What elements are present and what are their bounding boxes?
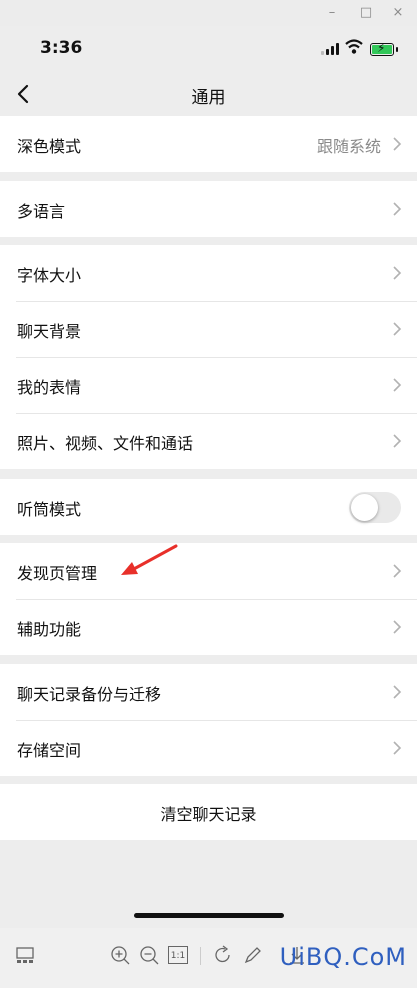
status-time: 3:36 xyxy=(40,38,83,58)
page-title: 通用 xyxy=(191,88,226,108)
media-files-calls-label: 照片、视频、文件和通话 xyxy=(17,434,194,453)
earpiece-mode-toggle[interactable] xyxy=(349,492,401,523)
minimize-button[interactable]: – xyxy=(323,4,341,22)
chat-background-label: 聊天背景 xyxy=(17,322,82,341)
settings-group-language: 多语言 xyxy=(0,181,417,237)
chevron-right-icon xyxy=(393,434,402,448)
maximize-button[interactable]: □ xyxy=(357,4,375,22)
close-button[interactable]: × xyxy=(389,4,407,22)
zoom-out-icon[interactable] xyxy=(138,944,160,966)
stickers-label: 我的表情 xyxy=(17,378,82,397)
chevron-right-icon xyxy=(393,685,402,699)
zoom-in-icon[interactable] xyxy=(109,944,131,966)
accessibility-row[interactable]: 辅助功能 xyxy=(0,599,417,655)
thumbnail-icon[interactable] xyxy=(14,944,36,966)
actual-size-button[interactable]: 1:1 xyxy=(168,946,188,964)
clear-chat-history-label: 清空聊天记录 xyxy=(160,805,257,824)
chat-background-row[interactable]: 聊天背景 xyxy=(0,301,417,357)
chevron-right-icon xyxy=(393,322,402,336)
chevron-right-icon xyxy=(393,741,402,755)
chevron-right-icon xyxy=(393,266,402,280)
dark-mode-row[interactable]: 深色模式 跟随系统 xyxy=(0,116,417,172)
stickers-row[interactable]: 我的表情 xyxy=(0,357,417,413)
storage-label: 存储空间 xyxy=(17,741,82,760)
font-size-row[interactable]: 字体大小 xyxy=(0,245,417,301)
settings-group-chat: 字体大小 聊天背景 我的表情 照片、视频、文件和通话 xyxy=(0,245,417,469)
earpiece-mode-label: 听筒模式 xyxy=(17,500,82,519)
chevron-right-icon xyxy=(393,202,402,216)
discover-management-label: 发现页管理 xyxy=(17,564,98,583)
window-titlebar: – □ × xyxy=(0,0,417,26)
rotate-icon[interactable] xyxy=(212,944,234,966)
viewer-toolbar: 1:1 UiBQ.CoM xyxy=(0,928,417,988)
home-indicator xyxy=(134,913,284,918)
toolbar-divider xyxy=(200,947,201,965)
chevron-right-icon xyxy=(393,564,402,578)
font-size-label: 字体大小 xyxy=(17,266,82,285)
battery-icon: ⚡ xyxy=(370,41,398,56)
earpiece-mode-row: 听筒模式 xyxy=(0,479,417,535)
language-row[interactable]: 多语言 xyxy=(0,181,417,237)
media-files-calls-row[interactable]: 照片、视频、文件和通话 xyxy=(0,413,417,469)
accessibility-label: 辅助功能 xyxy=(17,620,82,639)
discover-management-row[interactable]: 发现页管理 xyxy=(0,543,417,599)
signal-icon xyxy=(321,43,341,55)
settings-group-earpiece: 听筒模式 xyxy=(0,479,417,535)
annotation-arrow-icon xyxy=(121,544,178,575)
chat-backup-row[interactable]: 聊天记录备份与迁移 xyxy=(0,664,417,720)
nav-bar: 通用 xyxy=(0,72,417,116)
clear-chat-history-button[interactable]: 清空聊天记录 xyxy=(0,784,417,840)
chat-backup-label: 聊天记录备份与迁移 xyxy=(17,685,162,704)
storage-row[interactable]: 存储空间 xyxy=(0,720,417,776)
settings-group-storage: 聊天记录备份与迁移 存储空间 xyxy=(0,664,417,776)
language-label: 多语言 xyxy=(17,202,66,221)
wifi-icon xyxy=(345,39,363,54)
edit-icon[interactable] xyxy=(242,944,264,966)
status-bar: 3:36 ⚡ xyxy=(0,26,417,72)
watermark: UiBQ.CoM xyxy=(279,943,407,971)
settings-group-discover: 发现页管理 辅助功能 xyxy=(0,543,417,655)
chevron-right-icon xyxy=(393,378,402,392)
settings-group-display: 深色模式 跟随系统 xyxy=(0,116,417,172)
chevron-right-icon xyxy=(393,137,402,151)
settings-group-clear: 清空聊天记录 xyxy=(0,784,417,840)
dark-mode-label: 深色模式 xyxy=(17,137,82,156)
chevron-right-icon xyxy=(393,620,402,634)
dark-mode-value: 跟随系统 xyxy=(316,137,381,156)
